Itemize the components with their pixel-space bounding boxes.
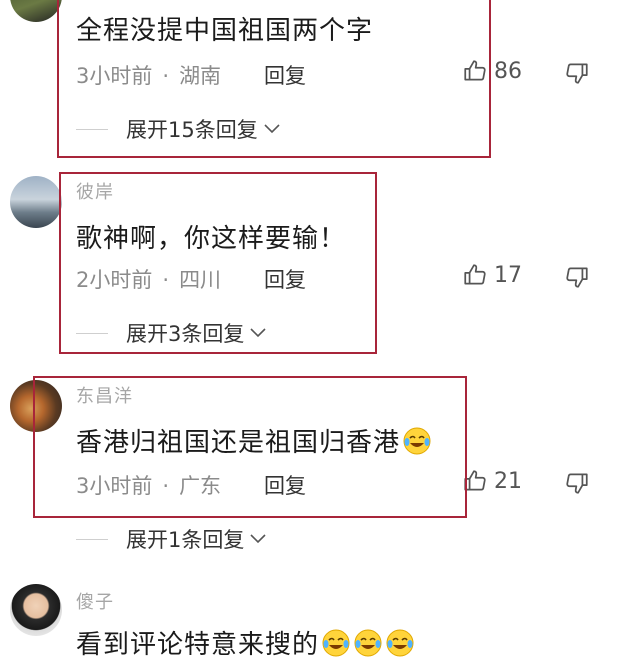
like-button[interactable]: 21	[462, 468, 522, 494]
divider	[76, 538, 108, 540]
comment-text-content: 看到评论特意来搜的	[76, 630, 320, 660]
laughing-crying-emoji-icon	[386, 629, 414, 657]
thumbs-down-icon[interactable]	[564, 264, 590, 290]
expand-replies-label: 展开1条回复	[126, 528, 245, 552]
like-count: 21	[494, 468, 522, 494]
thumbs-up-icon	[464, 264, 486, 285]
highlight-box	[33, 376, 467, 518]
thumbs-down-icon[interactable]	[564, 60, 590, 86]
expand-replies-button[interactable]: 展开1条回复	[76, 524, 268, 554]
thumbs-down-icon[interactable]	[564, 470, 590, 496]
username[interactable]: 傻子	[76, 588, 114, 614]
laughing-crying-emoji-icon	[322, 629, 350, 657]
like-count: 86	[494, 58, 522, 84]
avatar[interactable]	[10, 176, 62, 228]
like-button[interactable]: 17	[462, 262, 522, 288]
chevron-down-icon	[250, 534, 266, 544]
highlight-box	[59, 172, 377, 354]
highlight-box	[57, 0, 491, 158]
comment-text: 看到评论特意来搜的	[76, 624, 415, 660]
like-count: 17	[494, 262, 522, 288]
avatar[interactable]	[10, 0, 62, 22]
comment-list: 全程没提中国祖国两个字 3小时前 · 湖南 回复 86 展开15条回复 彼岸 歌神啊…	[0, 0, 640, 660]
laughing-crying-emoji-icon	[354, 629, 382, 657]
avatar[interactable]	[10, 584, 62, 636]
